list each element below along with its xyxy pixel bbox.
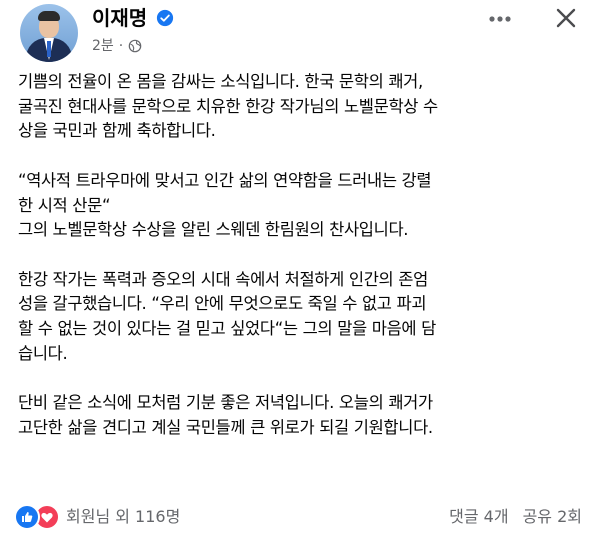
post-meta: 2분 · (92, 36, 142, 56)
text-line: 습니다. (18, 343, 68, 363)
post-body: 기쁨의 전율이 온 몸을 감싸는 소식입니다. 한국 문학의 쾌거, 굴곡진 현… (18, 70, 588, 465)
more-options-icon (489, 16, 511, 22)
like-reaction-icon (14, 504, 40, 530)
post-paragraph: 한강 작가는 폭력과 증오의 시대 속에서 처절하게 인간의 존엄 성을 갈구했… (18, 268, 588, 367)
text-line: 기쁨의 전율이 온 몸을 감싸는 소식입니다. 한국 문학의 쾌거, (18, 72, 423, 91)
comments-count[interactable]: 댓글 4개 (449, 504, 508, 530)
post-paragraph: 단비 같은 소식에 모처럼 기분 좋은 저녁입니다. 오늘의 쾌거가 고단한 삶… (18, 391, 588, 440)
text-line: “역사적 트라우마에 맞서고 인간 삶의 연약함을 드러내는 강렬 (18, 170, 432, 190)
avatar[interactable] (20, 4, 78, 62)
text-line: 성을 갈구했습니다. “우리 안에 무엇으로도 죽일 수 없고 파괴 (18, 294, 427, 314)
text-line: 한강 작가는 폭력과 증오의 시대 속에서 처절하게 인간의 존엄 (18, 269, 428, 289)
post-footer: 회원님 외 116명 댓글 4개 공유 2회 (0, 500, 600, 536)
post-paragraph: 기쁨의 전율이 온 몸을 감싸는 소식입니다. 한국 문학의 쾌거, 굴곡진 현… (18, 70, 588, 144)
text-line: 고단한 삶을 견디고 계실 국민들께 큰 위로가 되길 기원합니다. (18, 417, 433, 437)
post-time[interactable]: 2분 (92, 36, 114, 56)
post-paragraph: “역사적 트라우마에 맞서고 인간 삶의 연약함을 드러내는 강렬 한 시적 산… (18, 169, 588, 243)
text-line: 한 시적 산문“ (18, 195, 111, 215)
meta-separator: · (118, 38, 124, 54)
close-button[interactable] (548, 0, 584, 36)
close-icon (556, 8, 576, 28)
globe-icon (128, 39, 142, 53)
post-header: 이재명 2분 · (0, 0, 600, 68)
shares-count[interactable]: 공유 2회 (523, 504, 582, 530)
text-line: 단비 같은 소식에 모처럼 기분 좋은 저녁입니다. 오늘의 쾌거가 (18, 393, 433, 413)
text-line: 할 수 없는 것이 있다는 걸 믿고 싶었다“는 그의 말을 마음에 담 (18, 319, 436, 338)
author-name[interactable]: 이재명 (92, 5, 147, 31)
more-options-button[interactable] (480, 4, 520, 34)
reactions-count: 회원님 외 116명 (66, 507, 181, 526)
text-line: 그의 노벨문학상 수상을 알린 스웨덴 한림원의 찬사입니다. (18, 220, 409, 240)
verified-badge-icon (156, 9, 174, 27)
text-line: 상을 국민과 함께 축하합니다. (18, 121, 216, 141)
post-stats: 댓글 4개 공유 2회 (435, 504, 582, 530)
text-line: 굴곡진 현대사를 문학으로 치유한 한강 작가님의 노벨문학상 수 (18, 96, 438, 116)
reactions-summary[interactable]: 회원님 외 116명 (14, 504, 180, 530)
